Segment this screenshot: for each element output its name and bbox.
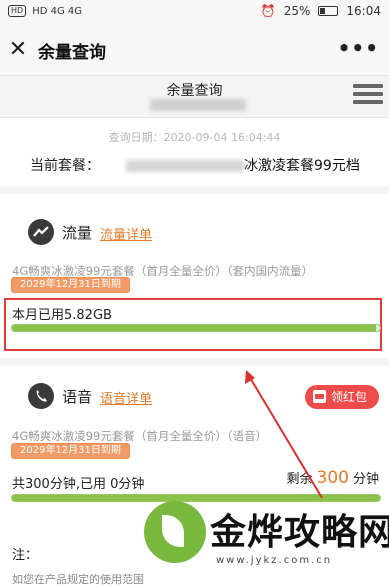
voice-package-name: 4G畅爽冰激凌99元套餐（首月全量全价）（语音） bbox=[12, 429, 268, 443]
battery-icon bbox=[318, 6, 339, 16]
remain-value: 300 bbox=[316, 468, 349, 488]
hd-icon: HD bbox=[8, 5, 27, 17]
note-text: 如您在产品规定的使用范围 bbox=[12, 573, 144, 586]
watermark-logo-icon bbox=[144, 501, 206, 563]
red-packet-label: 领红包 bbox=[331, 390, 368, 404]
masked-phone-number bbox=[150, 99, 246, 111]
divider bbox=[0, 186, 389, 194]
close-icon[interactable]: ✕ bbox=[6, 36, 30, 64]
current-plan-name: 冰激凌套餐99元档 bbox=[244, 158, 360, 174]
divider bbox=[0, 358, 389, 366]
app-bar: ✕ 余量查询 ••• bbox=[0, 24, 389, 76]
masked-plan-prefix bbox=[126, 160, 244, 172]
remain-unit: 分钟 bbox=[352, 472, 379, 487]
watermark-url: www.jykz.com.cn bbox=[216, 555, 333, 566]
red-packet-button[interactable]: 领红包 bbox=[305, 385, 379, 409]
page-header: 余量查询 bbox=[0, 76, 389, 118]
data-expiry-badge: 2029年12月31日到期 bbox=[11, 277, 130, 293]
voice-minutes-summary: 共300分钟,已用 0分钟 bbox=[12, 477, 145, 492]
status-right: ⏰ 25% 16:04 bbox=[261, 4, 381, 18]
voice-detail-link[interactable]: 语音详单 bbox=[100, 388, 152, 407]
note-title: 注： bbox=[12, 548, 39, 563]
phone-icon bbox=[28, 383, 54, 409]
data-usage-bar bbox=[11, 324, 381, 332]
query-date: 查询日期：2020-09-04 16:04:44 bbox=[108, 131, 281, 144]
data-trend-icon bbox=[28, 219, 54, 245]
clock: 16:04 bbox=[346, 4, 381, 18]
menu-icon[interactable] bbox=[353, 84, 383, 108]
status-bar: HD HD 4G 4G ⏰ 25% 16:04 bbox=[0, 0, 389, 24]
screen: HD HD 4G 4G ⏰ 25% 16:04 ✕ 余量查询 ••• 余量查询 … bbox=[0, 0, 389, 587]
alarm-icon: ⏰ bbox=[260, 4, 276, 18]
more-icon[interactable]: ••• bbox=[338, 36, 379, 60]
current-plan-label: 当前套餐： bbox=[30, 158, 100, 174]
voice-section-title: 语音 bbox=[62, 388, 93, 406]
data-usage-fill bbox=[12, 325, 377, 331]
current-plan: 当前套餐： 冰激凌套餐99元档 bbox=[30, 155, 360, 175]
voice-remaining: 剩余 300 分钟 bbox=[287, 468, 379, 488]
data-detail-link[interactable]: 流量详单 bbox=[100, 224, 152, 243]
voice-expiry-badge: 2029年12月31日到期 bbox=[11, 443, 130, 459]
battery-percent: 25% bbox=[283, 4, 311, 18]
gift-icon bbox=[313, 390, 326, 403]
page-title: 余量查询 bbox=[166, 83, 223, 99]
watermark: 金烨攻略网 www.jykz.com.cn bbox=[140, 497, 389, 583]
remain-label: 剩余 bbox=[286, 472, 313, 487]
data-used-text: 本月已用5.82GB bbox=[12, 308, 112, 323]
status-left: HD HD 4G 4G bbox=[8, 5, 82, 17]
app-title: 余量查询 bbox=[38, 43, 106, 63]
watermark-text: 金烨攻略网 bbox=[210, 512, 389, 553]
signal-indicators: HD 4G 4G bbox=[32, 5, 82, 17]
data-section-title: 流量 bbox=[62, 224, 93, 242]
